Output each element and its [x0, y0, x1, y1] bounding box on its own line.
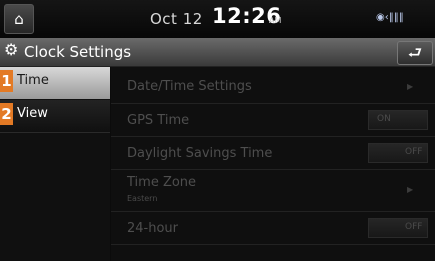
status-bar: ⌂ Oct 12 12:26 AM ◉‹‖‖‖ — [0, 0, 435, 38]
sidebar-item-view[interactable]: 2 View — [0, 100, 110, 133]
setting-label: Daylight Savings Time — [127, 146, 273, 161]
toggle-text: OFF — [405, 222, 423, 232]
setting-label: 24-hour — [127, 221, 179, 236]
number-badge: 1 — [0, 70, 13, 92]
toggle-text: ON — [377, 114, 391, 124]
gps-time-toggle[interactable]: ON — [368, 110, 428, 130]
setting-row-daylight-savings[interactable]: Daylight Savings Time OFF — [111, 137, 435, 170]
back-icon: ⮐ — [407, 43, 423, 62]
sidebar-item-label: View — [17, 106, 48, 121]
toggle-text: OFF — [405, 147, 423, 157]
chevron-right-icon: ▶ — [407, 82, 414, 91]
chevron-right-icon: ▶ — [407, 185, 414, 194]
setting-row-24-hour[interactable]: 24-hour OFF — [111, 212, 435, 245]
home-icon: ⌂ — [14, 9, 24, 28]
back-button[interactable]: ⮐ — [397, 41, 433, 65]
24-hour-toggle[interactable]: OFF — [368, 218, 428, 238]
sidebar: 1 Time 2 View — [0, 67, 110, 261]
status-icons: ◉‹‖‖‖ — [376, 12, 404, 23]
date-display: Oct 12 — [150, 10, 203, 28]
home-button[interactable]: ⌂ — [4, 4, 34, 34]
settings-list: Date/Time Settings ▶ GPS Time ON Dayligh… — [111, 67, 435, 261]
setting-label: GPS Time — [127, 113, 190, 128]
daylight-savings-toggle[interactable]: OFF — [368, 143, 428, 163]
setting-row-gps-time[interactable]: GPS Time ON — [111, 104, 435, 137]
setting-label: Date/Time Settings — [127, 79, 252, 94]
sidebar-item-time[interactable]: 1 Time — [0, 67, 110, 99]
setting-label: Time Zone — [127, 175, 197, 190]
setting-sublabel: Eastern — [127, 194, 158, 203]
number-badge: 2 — [0, 103, 13, 125]
page-title: Clock Settings — [24, 43, 132, 61]
bluetooth-signal-icon: ◉‹‖‖‖ — [376, 12, 404, 23]
ampm-indicator: AM — [269, 16, 282, 25]
setting-row-date-time[interactable]: Date/Time Settings ▶ — [111, 67, 435, 104]
title-bar: ⚙ Clock Settings ⮐ — [0, 38, 435, 67]
sidebar-item-label: Time — [17, 73, 49, 88]
gear-icon: ⚙ — [4, 40, 19, 59]
setting-row-time-zone[interactable]: Time Zone Eastern ▶ — [111, 170, 435, 212]
